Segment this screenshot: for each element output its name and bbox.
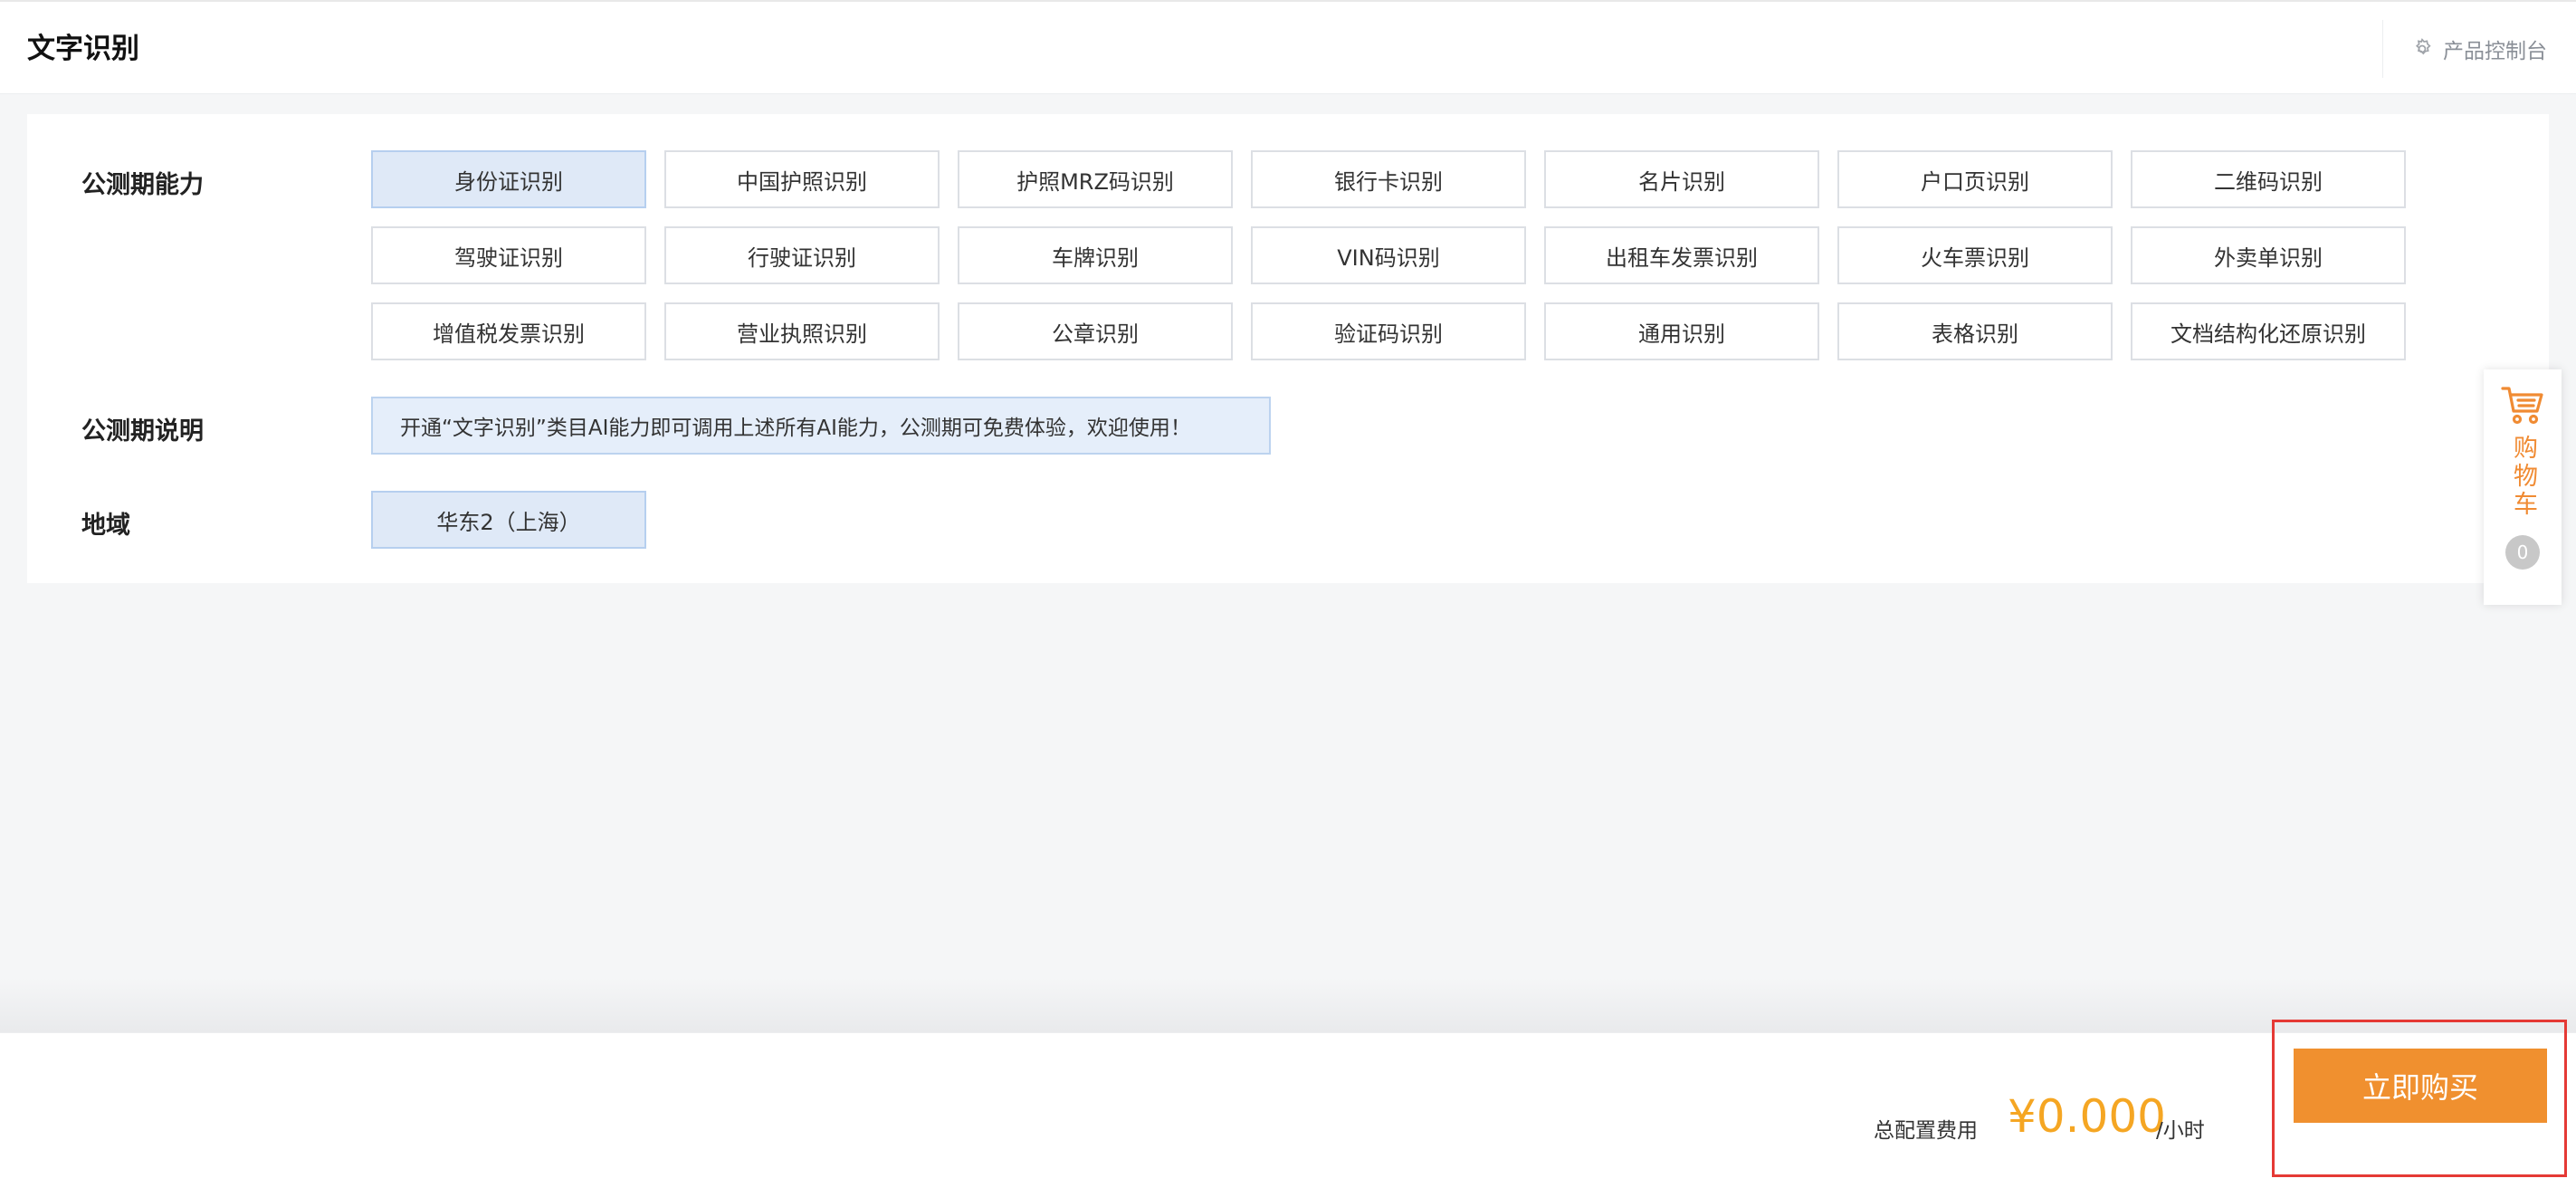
capability-option-label: 火车票识别 xyxy=(1921,244,2029,271)
capability-option-label: 中国护照识别 xyxy=(737,168,867,195)
capability-option-label: VIN码识别 xyxy=(1337,244,1440,271)
capability-option-label: 行驶证识别 xyxy=(748,244,856,271)
description-label: 公测期说明 xyxy=(81,417,204,446)
capability-label: 公测期能力 xyxy=(81,171,204,199)
capability-option-label: 身份证识别 xyxy=(454,168,563,195)
description-text: 开通“文字识别”类目AI能力即可调用上述所有AI能力，公测期可免费体验，欢迎使用… xyxy=(400,417,1191,440)
capability-option[interactable]: 中国护照识别 xyxy=(664,150,940,208)
product-console-link[interactable]: 产品控制台 xyxy=(2382,20,2547,78)
product-console-label: 产品控制台 xyxy=(2443,40,2547,63)
capability-option-label: 文档结构化还原识别 xyxy=(2171,321,2366,347)
footer-shadow xyxy=(0,978,2576,1032)
capability-option-label: 名片识别 xyxy=(1638,168,1725,195)
capability-option[interactable]: 驾驶证识别 xyxy=(371,226,646,284)
capability-option[interactable]: 营业执照识别 xyxy=(664,302,940,360)
capability-option[interactable]: 护照MRZ码识别 xyxy=(958,150,1233,208)
page-title: 文字识别 xyxy=(27,33,139,65)
capability-option[interactable]: 车牌识别 xyxy=(958,226,1233,284)
capability-option[interactable]: 出租车发票识别 xyxy=(1544,226,1819,284)
shopping-cart-icon xyxy=(2501,387,2543,425)
capability-option-label: 出租车发票识别 xyxy=(1606,244,1758,271)
region-option-label: 华东2（上海） xyxy=(436,509,581,535)
capability-option-label: 公章识别 xyxy=(1052,321,1139,347)
page: 文字识别 产品控制台 公测期能力 身份证识别 中国护照识别 护照MRZ码识别 银行卡识… xyxy=(0,0,2576,1188)
capability-option-label: 车牌识别 xyxy=(1052,244,1139,271)
capability-option[interactable]: VIN码识别 xyxy=(1251,226,1526,284)
capability-option[interactable]: 二维码识别 xyxy=(2131,150,2406,208)
total-cost-price: ¥0.000 xyxy=(2008,1090,2166,1143)
capability-option[interactable]: 行驶证识别 xyxy=(664,226,940,284)
order-footer: 总配置费用 ¥0.000 /小时 xyxy=(0,1032,2576,1188)
cart-count-badge: 0 xyxy=(2505,535,2540,570)
capability-option[interactable]: 验证码识别 xyxy=(1251,302,1526,360)
capability-option-label: 验证码识别 xyxy=(1334,321,1443,347)
description-notice: 开通“文字识别”类目AI能力即可调用上述所有AI能力，公测期可免费体验，欢迎使用… xyxy=(371,397,1271,455)
capability-option[interactable]: 外卖单识别 xyxy=(2131,226,2406,284)
capability-option-label: 营业执照识别 xyxy=(737,321,867,347)
gear-icon xyxy=(2415,38,2431,55)
capability-option[interactable]: 火车票识别 xyxy=(1837,226,2113,284)
buy-now-button[interactable]: 立即购买 xyxy=(2294,1049,2547,1123)
capability-option-label: 二维码识别 xyxy=(2214,168,2323,195)
region-label: 地域 xyxy=(81,512,130,540)
capability-option[interactable]: 银行卡识别 xyxy=(1251,150,1526,208)
capability-option-label: 通用识别 xyxy=(1638,321,1725,347)
capability-option-label: 表格识别 xyxy=(1932,321,2018,347)
capability-option-label: 护照MRZ码识别 xyxy=(1016,168,1174,195)
capability-option-label: 外卖单识别 xyxy=(2214,244,2323,271)
total-cost-label: 总配置费用 xyxy=(1874,1119,1978,1143)
capability-option[interactable]: 名片识别 xyxy=(1544,150,1819,208)
capability-option-label: 银行卡识别 xyxy=(1334,168,1443,195)
shopping-cart-float[interactable]: 购物车 0 xyxy=(2484,369,2562,605)
region-option[interactable]: 华东2（上海） xyxy=(371,491,646,549)
config-card: 公测期能力 身份证识别 中国护照识别 护照MRZ码识别 银行卡识别 名片识别 户口页识别 二… xyxy=(27,114,2549,583)
capability-option-label: 增值税发票识别 xyxy=(433,321,585,347)
price-unit: /小时 xyxy=(2156,1119,2205,1143)
capability-option[interactable]: 户口页识别 xyxy=(1837,150,2113,208)
capability-option[interactable]: 公章识别 xyxy=(958,302,1233,360)
capability-option[interactable]: 身份证识别 xyxy=(371,150,646,208)
page-header: 文字识别 产品控制台 xyxy=(0,0,2576,94)
capability-option[interactable]: 表格识别 xyxy=(1837,302,2113,360)
capability-option[interactable]: 通用识别 xyxy=(1544,302,1819,360)
capability-option[interactable]: 增值税发票识别 xyxy=(371,302,646,360)
shopping-cart-label: 购物车 xyxy=(2509,435,2537,519)
capability-option-label: 户口页识别 xyxy=(1921,168,2029,195)
capability-option[interactable]: 文档结构化还原识别 xyxy=(2131,302,2406,360)
capability-option-label: 驾驶证识别 xyxy=(454,244,563,271)
